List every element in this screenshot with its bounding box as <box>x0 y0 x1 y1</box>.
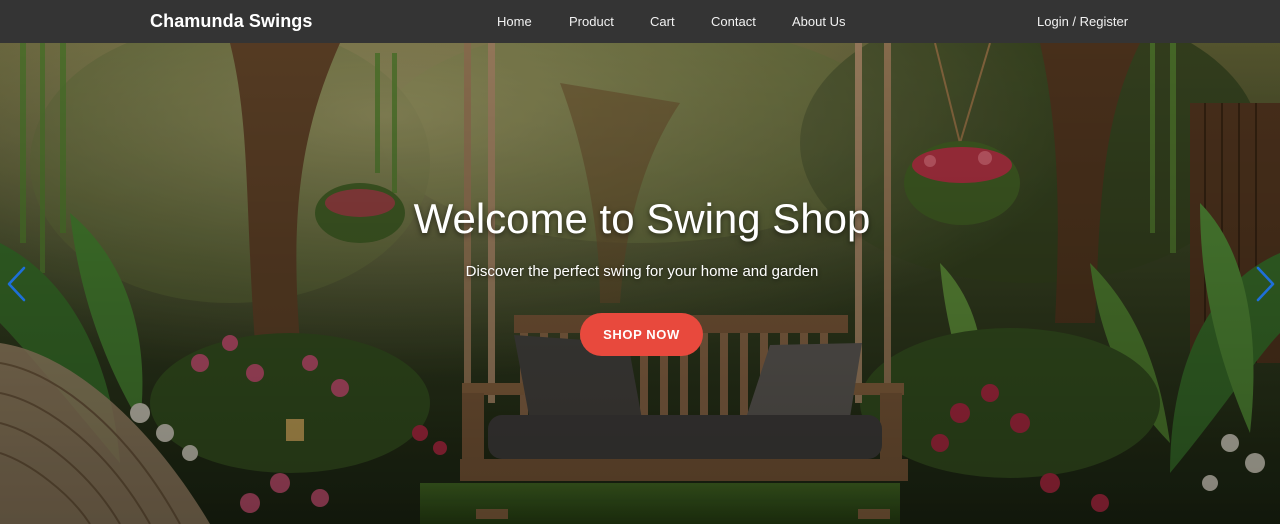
carousel-next-button[interactable] <box>1252 265 1278 303</box>
nav-home[interactable]: Home <box>497 14 532 29</box>
chevron-right-icon <box>1256 266 1275 302</box>
brand-logo[interactable]: Chamunda Swings <box>150 11 313 32</box>
hero-title: Welcome to Swing Shop <box>413 195 871 242</box>
nav-cart[interactable]: Cart <box>650 14 675 29</box>
login-register-link[interactable]: Login / Register <box>1037 14 1128 29</box>
hero-background-image <box>0 43 1280 524</box>
nav-contact[interactable]: Contact <box>711 14 756 29</box>
nav-product[interactable]: Product <box>569 14 614 29</box>
shop-now-button[interactable]: SHOP NOW <box>580 313 703 356</box>
hero-subtitle: Discover the perfect swing for your home… <box>465 263 819 280</box>
carousel-prev-button[interactable] <box>4 265 30 303</box>
hero-carousel: Welcome to Swing Shop Discover the perfe… <box>0 43 1280 524</box>
nav-about-us[interactable]: About Us <box>792 14 845 29</box>
navbar: Chamunda Swings Home Product Cart Contac… <box>0 0 1280 43</box>
chevron-left-icon <box>7 266 26 302</box>
